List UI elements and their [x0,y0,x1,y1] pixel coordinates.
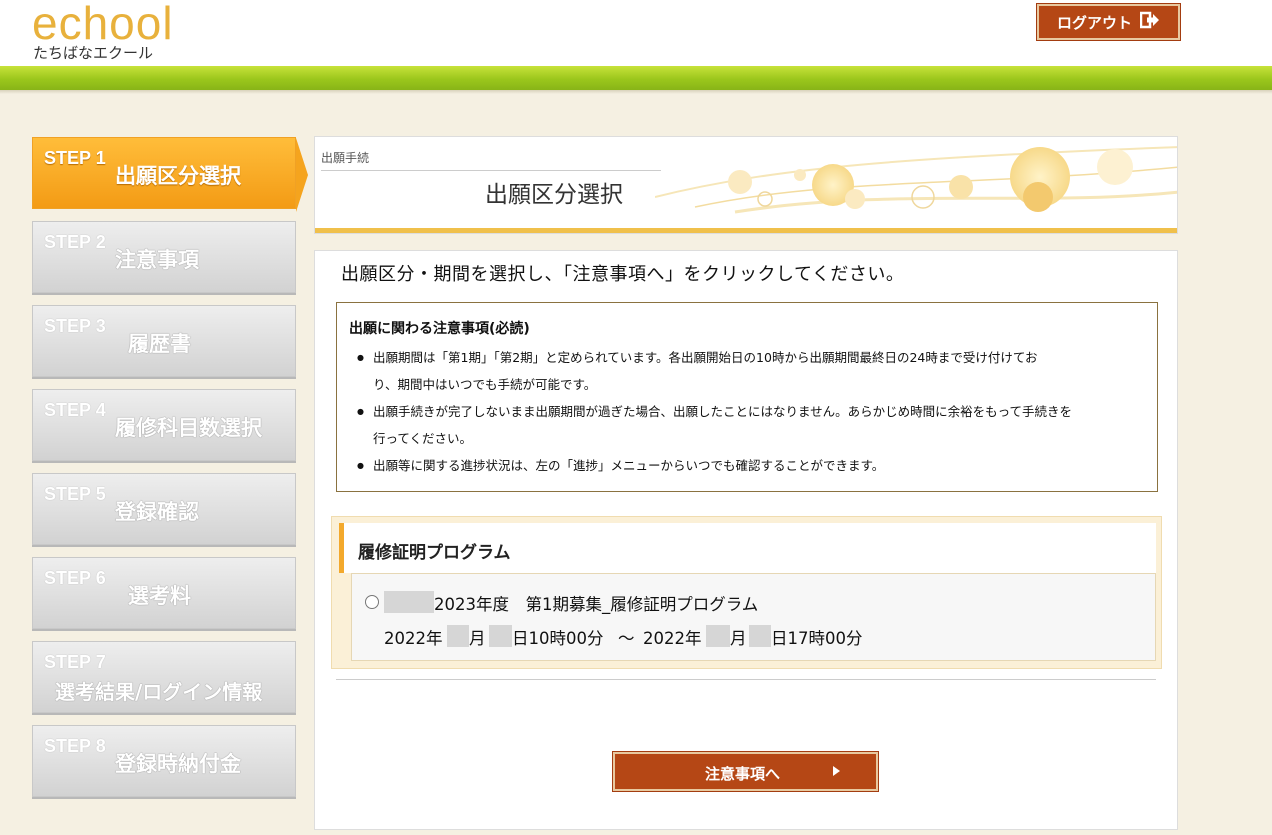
redacted-text [489,625,512,647]
redacted-text [447,625,469,647]
notice-item: 出願等に関する進捗状況は、左の「進捗」メニューからいつでも確認することができます… [349,452,1145,479]
notice-title: 出願に関わる注意事項(必読) [349,321,530,337]
step-6[interactable]: STEP 6 選考料 [32,557,296,629]
notice-item: 出願手続きが完了しないまま出願期間が過ぎた場合、出願したことにはなりません。あら… [349,398,1145,425]
active-step-arrow [296,138,308,212]
page-title: 出願区分選択 [485,182,623,208]
notice-list: 出願期間は「第1期」「第2期」と定められています。各出願開始日の10時から出願期… [349,344,1145,479]
step-number: STEP 4 [44,400,106,420]
logo: echool [32,0,174,49]
step-label: 登録時納付金 [115,752,241,776]
period-start-year: 2022年 [384,629,443,648]
period-end-day-time: 日17時00分 [771,629,863,648]
step-1[interactable]: STEP 1 出願区分選択 [32,137,308,212]
step-5[interactable]: STEP 5 登録確認 [32,473,296,545]
step-number: STEP 8 [44,736,106,756]
period-end-year: 2022年 [643,629,702,648]
program-option[interactable]: 2023年度 第1期募集_履修証明プログラム 2022年 月 日10時00分 ～… [351,573,1156,661]
logout-label: ログアウト [1056,13,1132,32]
step-number: STEP 5 [44,484,106,504]
notice-box: 出願に関わる注意事項(必読) 出願期間は「第1期」「第2期」と定められています。… [336,302,1158,492]
section-divider [336,679,1156,680]
logo-subtitle: たちばなエクール [33,44,154,62]
step-number: STEP 1 [44,148,106,168]
step-label: 選考料 [128,584,191,608]
program-heading: 履修証明プログラム [339,523,1156,573]
step-3[interactable]: STEP 3 履歴書 [32,305,296,377]
period-month-unit: 月 [730,629,747,648]
period-start-day-time: 日10時00分 [512,629,604,648]
step-number: STEP 6 [44,568,106,588]
step-2[interactable]: STEP 2 注意事項 [32,221,296,293]
breadcrumb-divider [321,170,661,171]
decorative-circles [655,146,1177,214]
step-number: STEP 2 [44,232,106,252]
redacted-text [384,591,434,613]
program-radio[interactable] [365,595,379,609]
next-button[interactable]: 注意事項へ [612,751,879,792]
step-8[interactable]: STEP 8 登録時納付金 [32,725,296,797]
instruction-text: 出願区分・期間を選択し、「注意事項へ」をクリックしてください。 [341,264,905,285]
step-label: 出願区分選択 [115,164,241,188]
step-label: 選考結果/ログイン情報 [55,680,263,704]
program-option-label: 2023年度 第1期募集_履修証明プログラム [434,595,759,614]
arrow-right-icon [833,766,840,776]
breadcrumb: 出願手続 [321,151,370,165]
step-label: 注意事項 [115,248,199,272]
logout-icon [1139,11,1160,33]
notice-item-continued: 行ってください。 [373,431,473,446]
notice-item-continued: り、期間中はいつでも手続が可能です。 [373,377,597,392]
step-label: 登録確認 [115,500,199,524]
notice-item: 出願期間は「第1期」「第2期」と定められています。各出願開始日の10時から出願期… [349,344,1145,371]
redacted-text [749,625,771,647]
next-button-label: 注意事項へ [705,765,781,783]
header: echool たちばなエクール ログアウト [0,0,1272,66]
program-section: 履修証明プログラム 2023年度 第1期募集_履修証明プログラム 2022年 月… [331,516,1162,669]
step-number: STEP 7 [44,652,106,672]
period-month-unit: 月 [469,629,486,648]
period-separator: ～ [618,629,635,648]
step-4[interactable]: STEP 4 履修科目数選択 [32,389,296,461]
logout-button[interactable]: ログアウト [1036,3,1181,41]
step-number: STEP 3 [44,316,106,336]
step-label: 履修科目数選択 [115,416,262,440]
step-label: 履歴書 [128,332,191,356]
title-underline [315,227,1177,233]
step-7[interactable]: STEP 7 選考結果/ログイン情報 [32,641,296,713]
page-title-panel: 出願手続 出願区分選択 [314,136,1178,234]
redacted-text [706,625,730,647]
header-bar [0,66,1272,94]
main-panel: 出願区分・期間を選択し、「注意事項へ」をクリックしてください。 出願に関わる注意… [314,250,1178,830]
program-heading-label: 履修証明プログラム [358,543,511,563]
